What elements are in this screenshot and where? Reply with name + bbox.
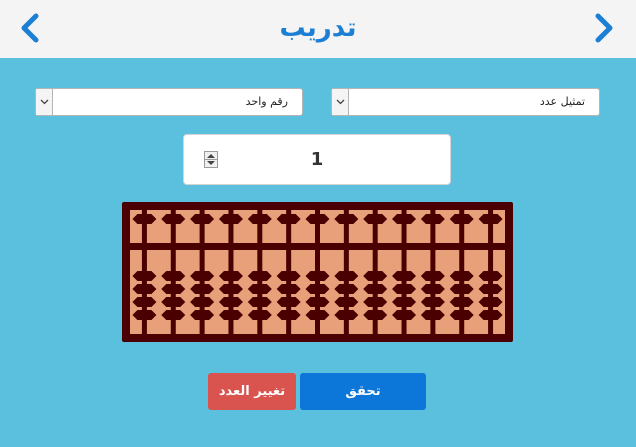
abacus-lower-bead[interactable] — [161, 284, 186, 294]
chevron-down-icon[interactable] — [36, 89, 53, 115]
digits-select[interactable]: رقم واحد — [35, 88, 303, 116]
abacus-lower-bead[interactable] — [218, 297, 243, 307]
abacus-upper-bead[interactable] — [392, 214, 417, 224]
abacus-lower-bead[interactable] — [363, 271, 388, 281]
abacus-lower-bead[interactable] — [305, 310, 330, 320]
abacus[interactable] — [122, 202, 513, 342]
abacus-lower-bead[interactable] — [449, 284, 474, 294]
abacus-upper-bead[interactable] — [334, 214, 359, 224]
abacus-upper-bead[interactable] — [305, 214, 330, 224]
abacus-upper-bead[interactable] — [247, 214, 272, 224]
abacus-upper-bead[interactable] — [363, 214, 388, 224]
abacus-lower-bead[interactable] — [478, 297, 503, 307]
abacus-lower-bead[interactable] — [449, 271, 474, 281]
abacus-lower-bead[interactable] — [218, 284, 243, 294]
abacus-upper-bead[interactable] — [276, 214, 301, 224]
abacus-upper-bead[interactable] — [190, 214, 215, 224]
abacus-lower-bead[interactable] — [392, 310, 417, 320]
abacus-lower-bead[interactable] — [334, 284, 359, 294]
change-number-button[interactable]: تغيير العدد — [208, 373, 296, 410]
page-title: تدريب — [279, 13, 357, 43]
abacus-lower-bead[interactable] — [247, 284, 272, 294]
stepper-down-icon[interactable] — [207, 161, 215, 165]
abacus-lower-bead[interactable] — [218, 271, 243, 281]
abacus-lower-bead[interactable] — [276, 297, 301, 307]
abacus-lower-bead[interactable] — [363, 297, 388, 307]
abacus-lower-bead[interactable] — [449, 310, 474, 320]
abacus-lower-bead[interactable] — [132, 297, 157, 307]
abacus-lower-bead[interactable] — [190, 310, 215, 320]
digits-select-value: رقم واحد — [245, 95, 288, 108]
abacus-lower-bead[interactable] — [392, 271, 417, 281]
number-input[interactable]: 1 — [183, 134, 451, 185]
abacus-lower-bead[interactable] — [478, 284, 503, 294]
check-button[interactable]: تحقق — [300, 373, 426, 410]
abacus-lower-bead[interactable] — [305, 297, 330, 307]
abacus-lower-bead[interactable] — [247, 310, 272, 320]
abacus-lower-bead[interactable] — [132, 310, 157, 320]
abacus-lower-bead[interactable] — [161, 271, 186, 281]
stepper-up-icon[interactable] — [207, 154, 215, 158]
abacus-lower-bead[interactable] — [276, 310, 301, 320]
abacus-lower-bead[interactable] — [420, 310, 445, 320]
number-input-value[interactable]: 1 — [184, 135, 450, 184]
abacus-upper-bead[interactable] — [449, 214, 474, 224]
abacus-beam — [130, 243, 505, 250]
abacus-lower-bead[interactable] — [161, 310, 186, 320]
abacus-upper-bead[interactable] — [132, 214, 157, 224]
abacus-lower-bead[interactable] — [247, 297, 272, 307]
abacus-lower-bead[interactable] — [190, 284, 215, 294]
mode-select[interactable]: تمثيل عدد — [331, 88, 600, 116]
abacus-lower-bead[interactable] — [478, 271, 503, 281]
abacus-lower-bead[interactable] — [334, 310, 359, 320]
abacus-lower-bead[interactable] — [276, 271, 301, 281]
chevron-right-icon[interactable] — [586, 11, 620, 45]
abacus-lower-bead[interactable] — [218, 310, 243, 320]
abacus-lower-bead[interactable] — [420, 271, 445, 281]
abacus-lower-bead[interactable] — [161, 297, 186, 307]
header-bar: تدريب — [0, 0, 636, 58]
abacus-lower-bead[interactable] — [420, 297, 445, 307]
abacus-lower-bead[interactable] — [449, 297, 474, 307]
abacus-lower-bead[interactable] — [305, 271, 330, 281]
abacus-lower-bead[interactable] — [190, 297, 215, 307]
abacus-lower-bead[interactable] — [392, 297, 417, 307]
abacus-upper-bead[interactable] — [420, 214, 445, 224]
abacus-upper-bead[interactable] — [161, 214, 186, 224]
abacus-lower-bead[interactable] — [392, 284, 417, 294]
abacus-lower-bead[interactable] — [190, 271, 215, 281]
abacus-lower-bead[interactable] — [334, 297, 359, 307]
abacus-lower-bead[interactable] — [305, 284, 330, 294]
abacus-lower-bead[interactable] — [420, 284, 445, 294]
mode-select-value: تمثيل عدد — [539, 95, 585, 108]
abacus-upper-bead[interactable] — [218, 214, 243, 224]
abacus-lower-bead[interactable] — [132, 284, 157, 294]
abacus-lower-bead[interactable] — [363, 284, 388, 294]
number-stepper[interactable] — [204, 151, 218, 168]
abacus-lower-bead[interactable] — [478, 310, 503, 320]
chevron-down-icon[interactable] — [332, 89, 349, 115]
abacus-lower-bead[interactable] — [276, 284, 301, 294]
abacus-lower-bead[interactable] — [247, 271, 272, 281]
abacus-lower-bead[interactable] — [334, 271, 359, 281]
abacus-upper-bead[interactable] — [478, 214, 503, 224]
abacus-lower-bead[interactable] — [132, 271, 157, 281]
abacus-lower-bead[interactable] — [363, 310, 388, 320]
